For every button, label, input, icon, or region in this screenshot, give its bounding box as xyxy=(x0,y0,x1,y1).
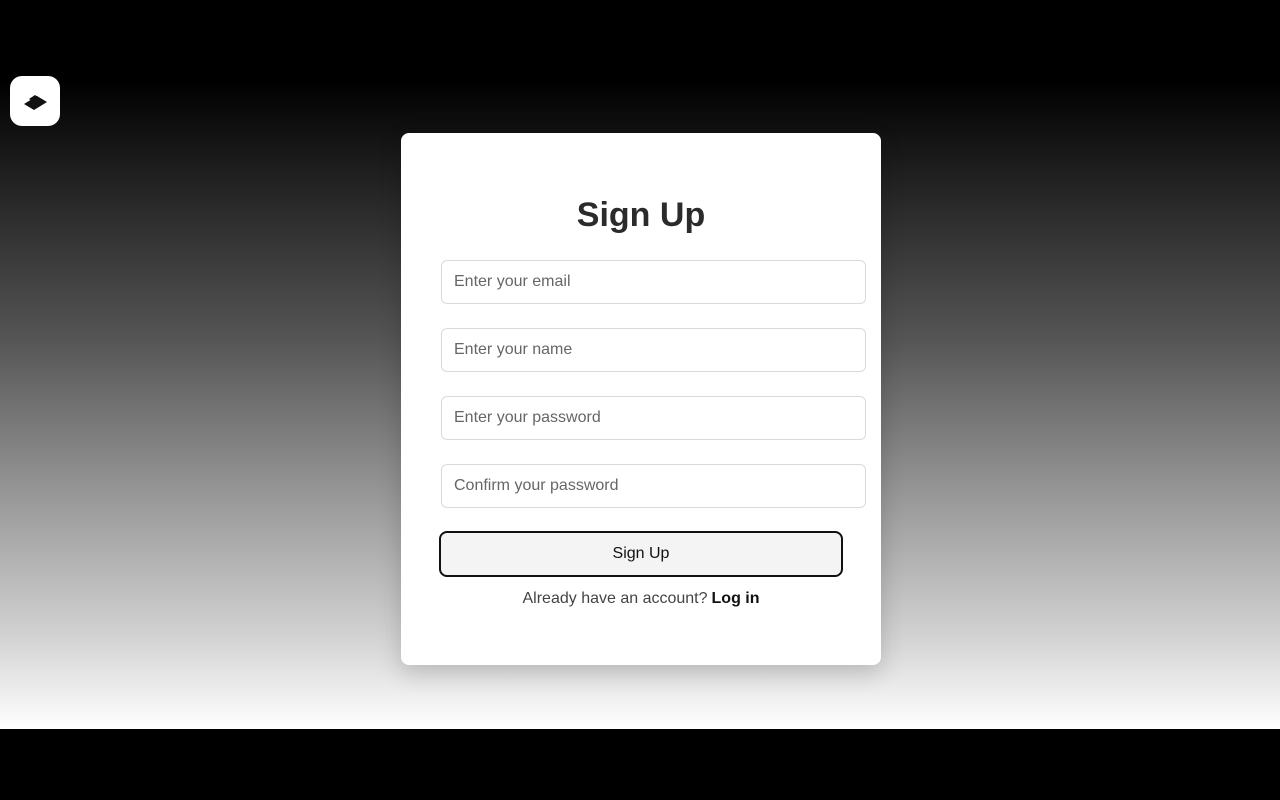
signup-card: Sign Up Sign Up Already have an account?… xyxy=(401,133,881,665)
sign-up-button[interactable]: Sign Up xyxy=(439,531,843,577)
password-field[interactable] xyxy=(441,396,866,440)
ticket-icon xyxy=(24,95,47,110)
page-title: Sign Up xyxy=(576,196,706,234)
email-field[interactable] xyxy=(441,260,866,304)
login-link[interactable]: Log in xyxy=(712,590,760,607)
name-field[interactable] xyxy=(441,328,866,372)
confirm-password-field[interactable] xyxy=(441,464,866,508)
page-background: Sign Up Sign Up Already have an account?… xyxy=(0,76,1280,729)
app-logo[interactable] xyxy=(10,76,60,126)
login-prompt: Already have an account? Log in xyxy=(401,590,881,608)
login-prompt-text: Already have an account? xyxy=(522,590,708,607)
